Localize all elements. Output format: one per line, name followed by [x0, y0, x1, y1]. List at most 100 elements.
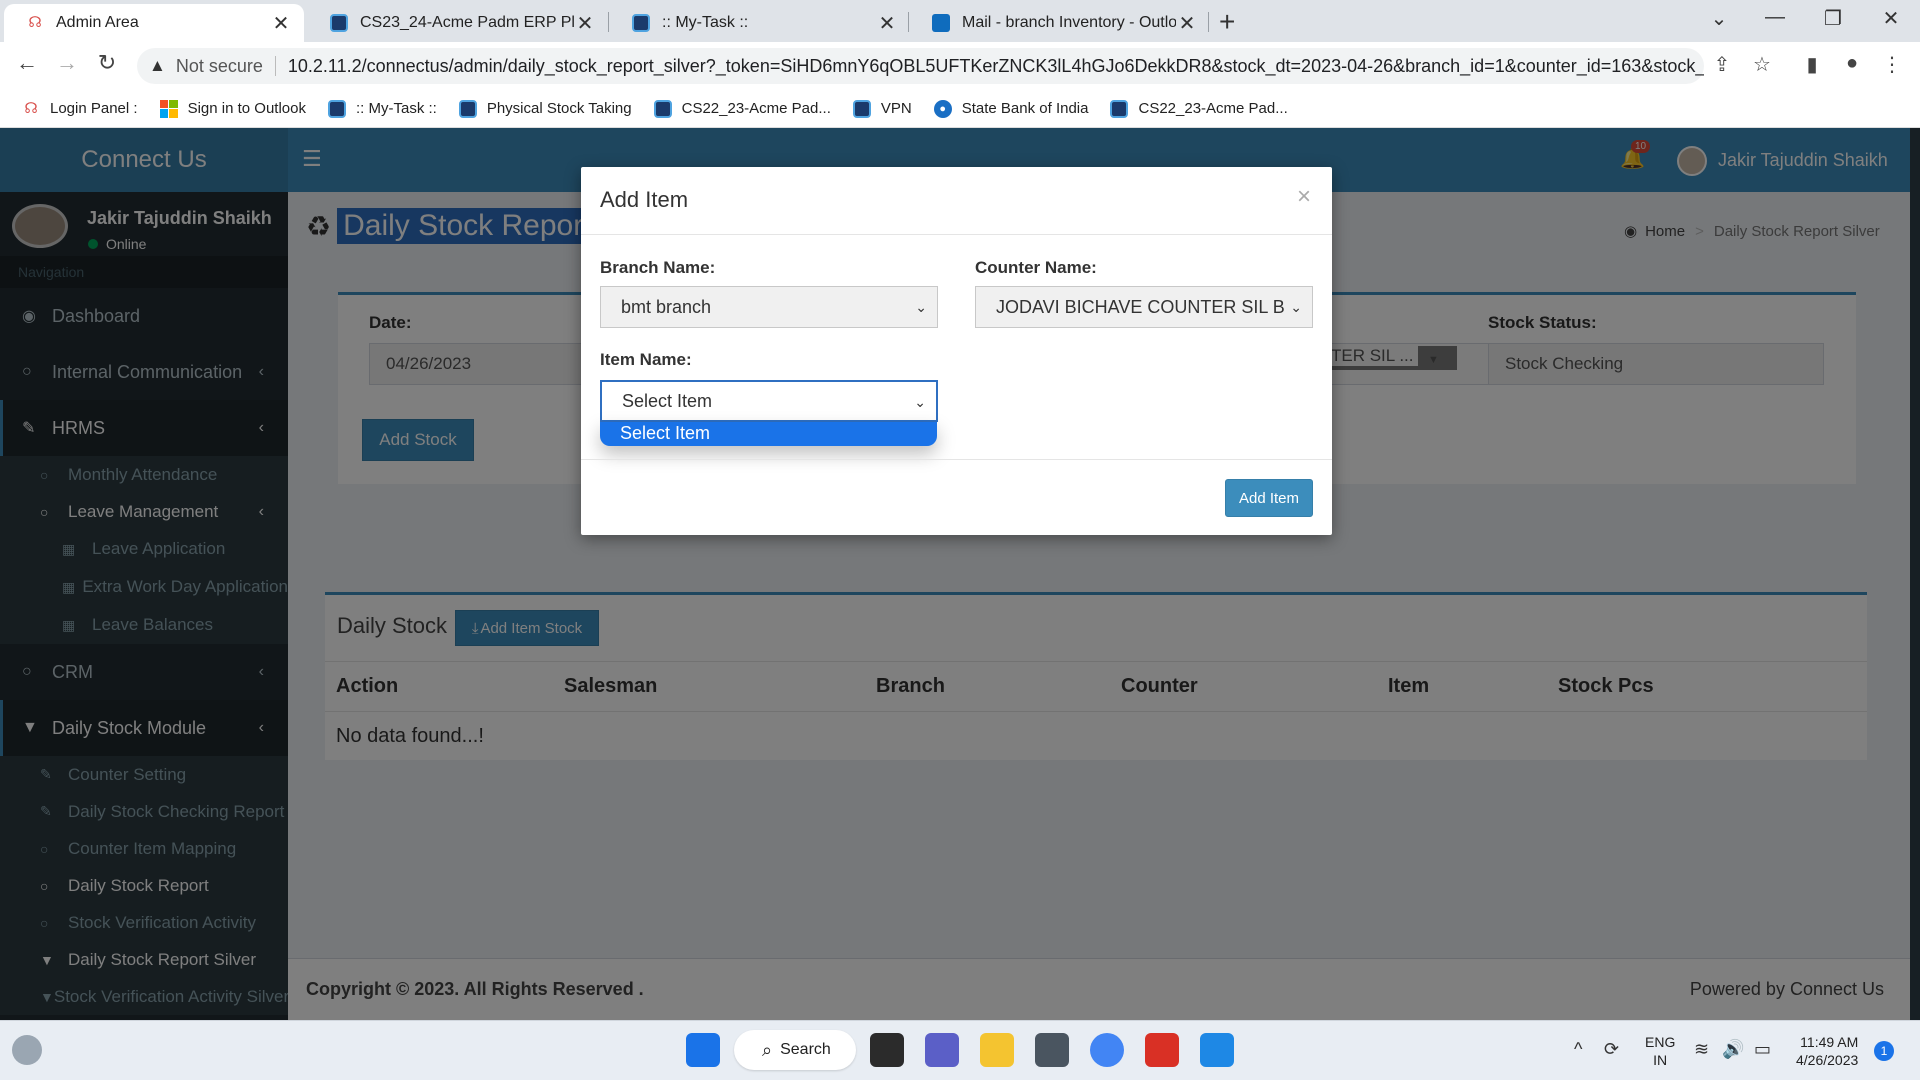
battery-icon[interactable]: ▭ [1754, 1039, 1771, 1060]
modal-header-divider [581, 234, 1332, 235]
outlook-favicon-icon [932, 14, 950, 32]
item-name-value: Select Item [622, 390, 713, 411]
bookmark-label: CS22_23-Acme Pad... [681, 100, 831, 117]
wifi-icon[interactable]: ≋ [1694, 1039, 1709, 1060]
notification-count-badge[interactable]: 1 [1874, 1041, 1894, 1061]
bookmarks-bar: ☊ Login Panel : Sign in to Outlook :: My… [0, 90, 1920, 128]
branch-name-value: bmt branch [621, 296, 712, 317]
tab-separator [608, 12, 609, 32]
modal-title: Add Item [600, 187, 689, 212]
branch-name-select[interactable]: bmt branch ⌄ [600, 286, 938, 328]
teams-chat-icon[interactable] [925, 1033, 959, 1067]
bookmark-vpn[interactable]: VPN [852, 99, 912, 118]
tab-search-icon[interactable]: ⌄ [1704, 6, 1734, 31]
calculator-icon[interactable] [1035, 1033, 1069, 1067]
weather-widget-icon[interactable] [12, 1035, 42, 1065]
item-name-select[interactable]: Select Item ⌄ [600, 380, 938, 422]
bookmark-cs22-acme-1[interactable]: CS22_23-Acme Pad... [653, 99, 831, 118]
bookmark-label: State Bank of India [961, 100, 1089, 117]
gear-favicon-icon [458, 99, 477, 118]
clock-time: 11:49 AM [1800, 1034, 1859, 1050]
modal-footer-divider [581, 459, 1332, 460]
tab-admin-area[interactable]: ☊ Admin Area ✕ [4, 4, 304, 42]
security-label: Not secure [175, 55, 263, 76]
chevron-up-icon[interactable]: ^ [1574, 1039, 1582, 1060]
microsoft-logo-icon [159, 99, 178, 118]
bookmark-physical-stock[interactable]: Physical Stock Taking [458, 99, 632, 118]
windows-taskbar: ⌕ Search ^ ⟳ ENG IN ≋ 🔊 ▭ 11:49 AM 4/26/2… [0, 1020, 1920, 1080]
tab-outlook-mail[interactable]: Mail - branch Inventory - Outlook ✕ [910, 4, 1210, 42]
volume-icon[interactable]: 🔊 [1722, 1039, 1744, 1060]
minimize-button[interactable]: — [1760, 6, 1790, 29]
gear-favicon-icon [653, 99, 672, 118]
admin-favicon-icon: ☊ [28, 14, 42, 31]
item-name-label: Item Name: [600, 350, 692, 369]
bookmark-outlook[interactable]: Sign in to Outlook [159, 99, 306, 118]
tab-separator [908, 12, 909, 32]
taskbar-search[interactable]: ⌕ Search [734, 1030, 856, 1070]
chevron-down-icon: ⌄ [1290, 299, 1302, 315]
address-divider [274, 56, 276, 76]
tab-title: Mail - branch Inventory - Outlook [962, 14, 1176, 31]
bookmark-login-panel[interactable]: ☊ Login Panel : [22, 100, 138, 118]
branch-name-label: Branch Name: [600, 258, 716, 277]
menu-kebab-icon[interactable]: ⋮ [1878, 52, 1906, 77]
counter-name-select[interactable]: JODAVI BICHAVE COUNTER SIL B ⌄ [975, 286, 1313, 328]
browser-toolbar: ← → ↻ ▲ Not secure 10.2.11.2/connectus/a… [0, 42, 1920, 90]
bookmark-label: Login Panel : [50, 100, 138, 117]
tab-title: Admin Area [56, 14, 139, 31]
close-icon[interactable]: ✕ [876, 11, 898, 36]
file-explorer-icon[interactable] [980, 1033, 1014, 1067]
add-item-button[interactable]: Add Item [1225, 479, 1313, 517]
sync-icon[interactable]: ⟳ [1604, 1039, 1619, 1060]
bookmark-star-icon[interactable]: ☆ [1748, 52, 1776, 77]
close-icon[interactable]: ✕ [270, 11, 292, 36]
chevron-down-icon: ⌄ [914, 394, 926, 410]
erp-favicon-icon [330, 14, 348, 32]
task-favicon-icon [327, 99, 346, 118]
close-icon[interactable]: × [1297, 183, 1311, 211]
side-panel-icon[interactable]: ▮ [1798, 52, 1826, 77]
windows-start-icon[interactable] [686, 1033, 720, 1067]
reload-icon[interactable]: ↻ [92, 50, 122, 76]
bookmark-my-task[interactable]: :: My-Task :: [327, 99, 437, 118]
tab-separator [1208, 12, 1209, 32]
back-arrow-icon[interactable]: ← [12, 50, 42, 76]
tab-erp-platform[interactable]: CS23_24-Acme Padm ERP Platform ✕ [308, 4, 608, 42]
photos-icon[interactable] [1200, 1033, 1234, 1067]
task-view-icon[interactable] [870, 1033, 904, 1067]
system-clock[interactable]: 11:49 AM 4/26/2023 [1796, 1033, 1858, 1069]
warning-icon: ▲ [149, 56, 166, 75]
gear-favicon-icon [1110, 99, 1129, 118]
browser-tab-bar: ☊ Admin Area ✕ CS23_24-Acme Padm ERP Pla… [0, 0, 1920, 42]
search-label: Search [780, 1041, 831, 1058]
language-code: ENG [1645, 1034, 1676, 1050]
forward-arrow-icon[interactable]: → [52, 50, 82, 76]
window-close-button[interactable]: ✕ [1876, 6, 1906, 31]
search-icon: ⌕ [762, 1039, 773, 1060]
profile-icon[interactable]: ● [1838, 52, 1866, 75]
counter-value-overlay-shade [1327, 346, 1457, 370]
address-bar[interactable]: ▲ Not secure 10.2.11.2/connectus/admin/d… [137, 48, 1704, 84]
close-icon[interactable]: ✕ [1176, 11, 1198, 36]
language-indicator[interactable]: ENG IN [1645, 1033, 1675, 1069]
gear-favicon-icon [852, 99, 871, 118]
bookmark-label: CS22_23-Acme Pad... [1138, 100, 1288, 117]
url-text[interactable]: 10.2.11.2/connectus/admin/daily_stock_re… [288, 56, 1704, 77]
share-icon[interactable]: ⇪ [1708, 52, 1736, 77]
counter-name-label: Counter Name: [975, 258, 1097, 277]
item-dropdown-option-selected[interactable]: Select Item [600, 422, 937, 446]
new-tab-button[interactable]: + [1219, 6, 1235, 38]
tab-my-task[interactable]: :: My-Task :: ✕ [610, 4, 910, 42]
bookmark-sbi[interactable]: ● State Bank of India [933, 99, 1089, 118]
bookmark-label: Physical Stock Taking [486, 100, 632, 117]
tab-title: CS23_24-Acme Padm ERP Platform [360, 14, 574, 31]
bookmark-cs22-acme-2[interactable]: CS22_23-Acme Pad... [1110, 99, 1288, 118]
wps-office-icon[interactable] [1145, 1033, 1179, 1067]
bookmark-label: :: My-Task :: [355, 100, 437, 117]
tab-title: :: My-Task :: [662, 14, 749, 31]
clock-date: 4/26/2023 [1796, 1052, 1859, 1068]
close-icon[interactable]: ✕ [574, 11, 596, 36]
maximize-button[interactable]: ❐ [1818, 6, 1848, 31]
chrome-icon[interactable] [1090, 1033, 1124, 1067]
